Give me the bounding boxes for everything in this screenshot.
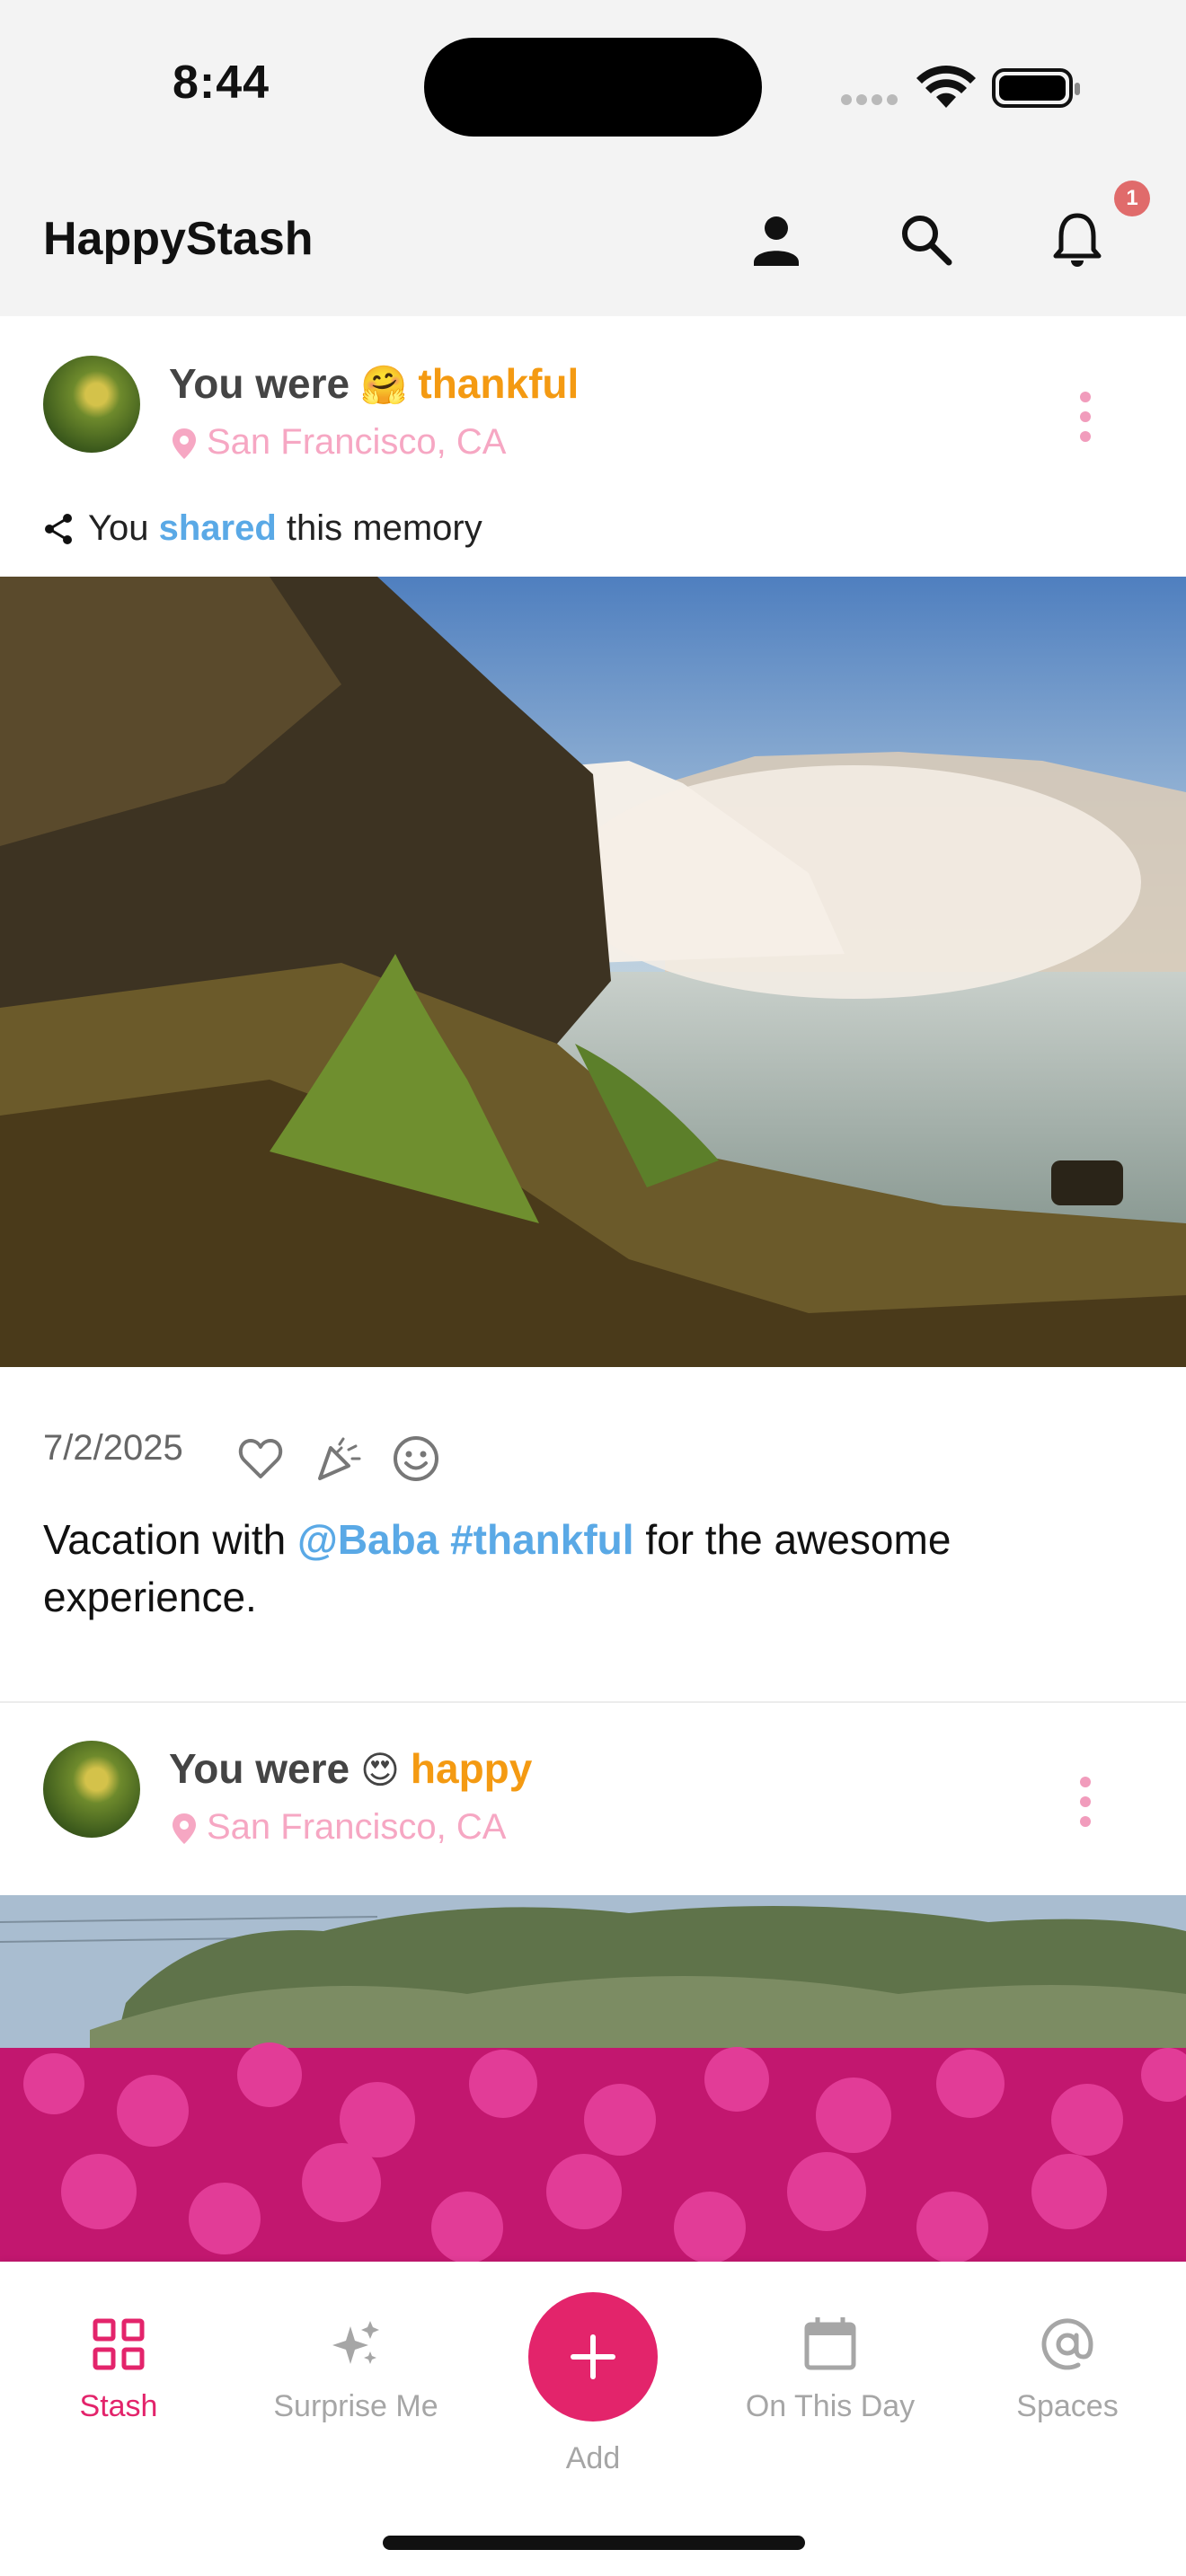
- flowers-photo: [0, 1895, 1186, 2262]
- app-bar: HappyStash 1: [0, 171, 1186, 316]
- share-icon: [45, 514, 72, 544]
- wifi-icon: [916, 66, 976, 108]
- heart-icon[interactable]: [235, 1434, 286, 1484]
- smiley-icon[interactable]: [391, 1434, 441, 1484]
- share-prefix: You: [88, 508, 149, 548]
- shared-link[interactable]: shared: [159, 508, 277, 548]
- nav-label: Spaces: [1016, 2389, 1119, 2423]
- notification-badge: 1: [1114, 181, 1150, 216]
- location-pin-icon: [173, 428, 196, 459]
- dynamic-island: [424, 38, 762, 137]
- mood-line: You were 🤗 thankful: [169, 359, 579, 408]
- nav-stash[interactable]: Stash: [11, 2316, 226, 2424]
- nav-spaces[interactable]: Spaces: [960, 2316, 1175, 2424]
- more-options-icon[interactable]: [1075, 1777, 1096, 1831]
- status-time: 8:44: [173, 57, 270, 109]
- waterfall-photo: [0, 577, 1186, 1367]
- location-text: San Francisco, CA: [173, 1807, 506, 1848]
- sparkles-icon: [332, 2321, 379, 2364]
- reaction-bar: [235, 1434, 465, 1488]
- location-label: San Francisco, CA: [207, 422, 507, 462]
- battery-icon: [992, 68, 1080, 108]
- location-label: San Francisco, CA: [207, 1807, 507, 1847]
- status-bar: 8:44: [0, 0, 1186, 171]
- post-divider: [0, 1701, 1186, 1703]
- plus-icon: [571, 2334, 615, 2379]
- app-title: HappyStash: [43, 213, 314, 265]
- hashtag-link[interactable]: #thankful: [450, 1516, 633, 1563]
- location-text: San Francisco, CA: [173, 422, 506, 463]
- party-popper-icon[interactable]: [313, 1434, 363, 1484]
- mention-link[interactable]: @Baba: [297, 1516, 438, 1563]
- more-options-icon[interactable]: [1075, 392, 1096, 446]
- nav-surprise-me[interactable]: Surprise Me: [248, 2316, 464, 2424]
- notifications-bell-icon[interactable]: [1044, 207, 1111, 273]
- add-label: Add: [565, 2441, 621, 2475]
- avatar[interactable]: [43, 356, 140, 453]
- share-status: You shared this memory: [43, 508, 482, 549]
- mood-label: happy: [410, 1745, 533, 1792]
- memory-photo[interactable]: [0, 577, 1186, 1367]
- mood-label: thankful: [418, 360, 580, 407]
- home-indicator: [383, 2536, 805, 2550]
- nav-label: On This Day: [745, 2389, 916, 2423]
- avatar[interactable]: [43, 1741, 140, 1838]
- nav-on-this-day[interactable]: On This Day: [722, 2316, 938, 2424]
- calendar-icon: [804, 2317, 856, 2370]
- mood-prefix: You were: [169, 360, 350, 407]
- heart-eyes-emoji: 😍: [360, 1749, 400, 1791]
- search-icon[interactable]: [893, 207, 960, 273]
- share-suffix: this memory: [286, 508, 482, 548]
- grid-icon: [93, 2318, 145, 2370]
- nav-label: Surprise Me: [273, 2389, 438, 2423]
- caption-text: Vacation with: [43, 1516, 287, 1563]
- mood-line: You were 😍 happy: [169, 1744, 532, 1793]
- location-pin-icon: [173, 1813, 196, 1844]
- post-date: 7/2/2025: [43, 1428, 183, 1468]
- nav-label: Stash: [79, 2389, 158, 2423]
- post-caption: Vacation with @Baba #thankful for the aw…: [43, 1511, 1121, 1626]
- at-icon: [1041, 2318, 1093, 2370]
- bottom-navigation: Stash Surprise Me Add On This Day Spaces: [0, 2262, 1186, 2576]
- hugging-face-emoji: 🤗: [360, 364, 408, 406]
- memory-photo[interactable]: [0, 1895, 1186, 2262]
- mood-prefix: You were: [169, 1745, 350, 1792]
- profile-icon[interactable]: [743, 207, 810, 273]
- cellular-signal-icon: [841, 93, 902, 110]
- add-button[interactable]: [528, 2292, 658, 2422]
